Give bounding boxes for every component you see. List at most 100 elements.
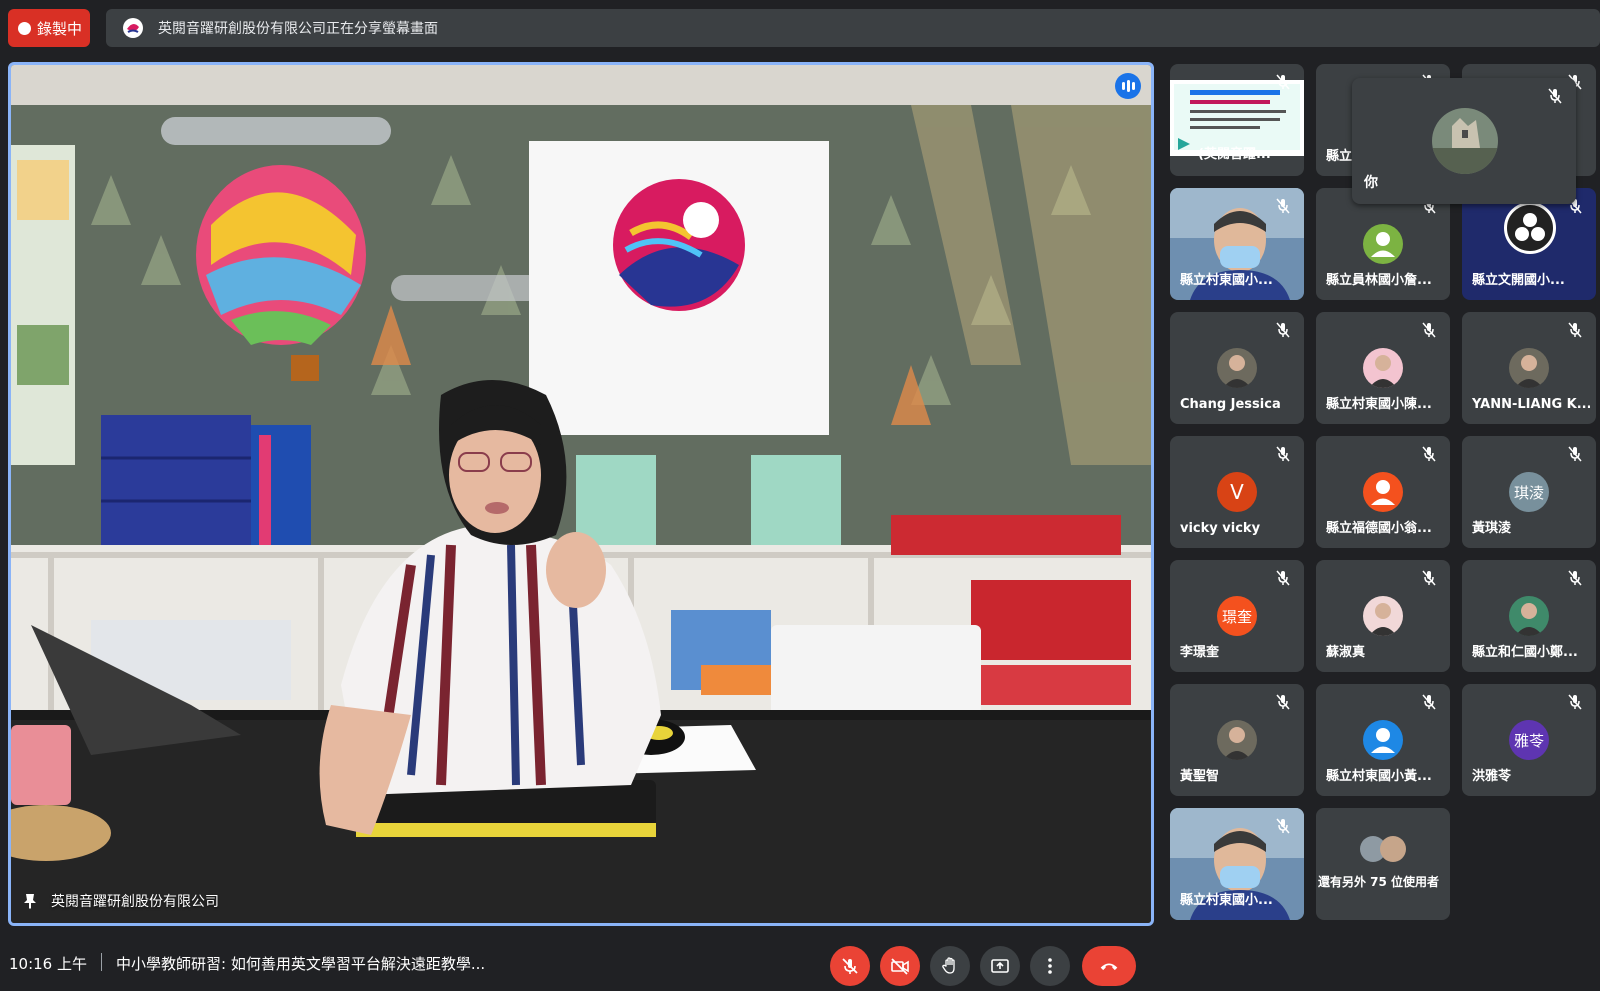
leave-call-button[interactable] [1082,946,1136,986]
recording-label: 錄製中 [37,19,83,38]
participant-name: 黃聖智 [1180,769,1220,784]
mic-off-icon [1276,818,1290,834]
participant-tile[interactable]: (英閱音躍... [1170,64,1304,176]
main-tile-name: 英閱音躍研創股份有限公司 [23,891,219,911]
avatar [1363,596,1403,636]
participant-name: 縣立員林國小詹... [1326,273,1432,288]
mic-off-icon [1568,570,1582,586]
participant-tile[interactable]: 縣立員林國小詹... [1316,188,1450,300]
participant-name: 縣立村東國小... [1180,893,1273,908]
participant-tile[interactable]: 琪淩黃琪淩 [1462,436,1596,548]
participant-tile[interactable]: 璟奎李璟奎 [1170,560,1304,672]
main-tile-owner: 英閱音躍研創股份有限公司 [51,894,219,910]
mic-off-icon [1548,88,1562,104]
bottom-control-bar: 10:16 上午 中小學教師研習: 如何善用英文學習平台解決遠距教學... [0,930,1600,991]
speaker-video-feed [11,65,1151,923]
participant-tile[interactable]: 縣立村東國小... [1170,808,1304,920]
divider [101,953,102,971]
mic-off-icon [1276,74,1290,90]
more-vert-icon [1048,958,1052,974]
mic-off-icon [1568,446,1582,462]
participant-tile[interactable]: 黃聖智 [1170,684,1304,796]
participant-tile[interactable]: 還有另外 75 位使用者 [1316,808,1450,920]
camera-off-icon [891,958,909,975]
avatar: 雅苓 [1509,720,1549,760]
mic-off-icon [1276,694,1290,710]
participant-name: 縣立文開國小... [1472,273,1565,288]
participant-name: 縣立村東國小陳... [1326,397,1432,412]
participant-tile[interactable]: 縣立福德國小翁... [1316,436,1450,548]
mic-off-icon [842,958,858,974]
meeting-info: 10:16 上午 中小學教師研習: 如何善用英文學習平台解決遠距教學... [9,953,485,974]
mic-toggle-button[interactable] [830,946,870,986]
avatar: V [1217,472,1257,512]
avatar [1363,348,1403,388]
hand-icon [942,957,955,974]
main-speaker-tile[interactable]: 英閱音躍研創股份有限公司 [8,62,1154,926]
avatar [1363,720,1403,760]
avatar [1509,348,1549,388]
more-options-button[interactable] [1030,946,1070,986]
avatar [1217,720,1257,760]
avatar [1217,348,1257,388]
participant-name: 李璟奎 [1180,645,1220,660]
participant-tile[interactable]: 縣立文開國小... [1462,188,1596,300]
mic-off-icon [1276,570,1290,586]
mic-off-icon [1276,446,1290,462]
participant-name: YANN-LIANG K... [1472,397,1590,412]
top-bar: 錄製中 英閱音躍研創股份有限公司正在分享螢幕畫面 [0,0,1600,56]
participant-name: 縣立村東國小黃... [1326,769,1432,784]
self-view-tile[interactable]: 你 [1352,78,1576,204]
participant-name: 蘇淑真 [1326,645,1366,660]
avatar [1363,472,1403,512]
participant-tile[interactable]: 縣立村東國小... [1170,188,1304,300]
participant-tile[interactable]: YANN-LIANG K... [1462,312,1596,424]
share-banner-text: 英閱音躍研創股份有限公司正在分享螢幕畫面 [158,21,438,37]
speaking-indicator-icon [1115,73,1141,99]
mic-off-icon [1422,570,1436,586]
presenter-logo-icon [123,18,143,38]
present-screen-icon [991,959,1009,973]
participant-name: 還有另外 75 位使用者 [1318,875,1440,889]
participant-tile[interactable]: 縣立村東國小陳... [1316,312,1450,424]
self-view-name: 你 [1364,175,1378,191]
mic-off-icon [1422,322,1436,338]
participant-tile[interactable]: 雅苓洪雅苓 [1462,684,1596,796]
end-call-icon [1100,963,1118,971]
avatar [1363,224,1403,264]
pin-icon[interactable] [23,893,37,909]
record-dot-icon [18,21,31,35]
avatar [1504,202,1556,254]
clock-time: 10:16 上午 [9,955,87,973]
more-avatars [1360,836,1406,862]
participant-tile[interactable]: 蘇淑真 [1316,560,1450,672]
mic-off-icon [1422,446,1436,462]
participant-tile[interactable]: Chang Jessica [1170,312,1304,424]
present-now-button[interactable] [980,946,1020,986]
mic-off-icon [1568,322,1582,338]
camera-toggle-button[interactable] [880,946,920,986]
avatar: 璟奎 [1217,596,1257,636]
mic-off-icon [1276,198,1290,214]
mic-off-icon [1568,694,1582,710]
mic-off-icon [1276,322,1290,338]
mic-off-icon [1422,694,1436,710]
recording-badge[interactable]: 錄製中 [8,9,90,47]
participant-tile[interactable]: 縣立和仁國小鄭... [1462,560,1596,672]
participant-name: 縣立福德國小翁... [1326,521,1432,536]
participant-tile[interactable]: 縣立村東國小黃... [1316,684,1450,796]
meeting-title[interactable]: 中小學教師研習: 如何善用英文學習平台解決遠距教學... [116,953,485,974]
avatar: 琪淩 [1509,472,1549,512]
raise-hand-button[interactable] [930,946,970,986]
participant-name: 縣立村東國小... [1180,273,1273,288]
participant-name: 縣立和仁國小鄭... [1472,645,1578,660]
avatar [1509,596,1549,636]
participant-name: (英閱音躍... [1198,147,1271,162]
self-avatar [1432,108,1498,174]
participant-tile[interactable]: Vvicky vicky [1170,436,1304,548]
participant-name: 洪雅苓 [1472,769,1512,784]
screen-share-banner: 英閱音躍研創股份有限公司正在分享螢幕畫面 [106,9,1600,47]
participant-name: vicky vicky [1180,521,1261,536]
participant-name: 黃琪淩 [1472,521,1512,536]
participant-name: Chang Jessica [1180,397,1281,412]
